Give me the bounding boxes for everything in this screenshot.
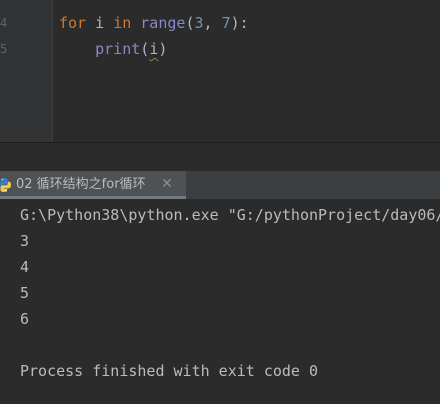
console-output-line: 4 bbox=[20, 258, 30, 276]
close-icon[interactable]: ✕ bbox=[158, 175, 176, 193]
run-console[interactable]: G:\Python38\python.exe "G:/pythonProject… bbox=[0, 199, 440, 404]
code-line-for-loop[interactable]: for i in range(3, 7): bbox=[59, 10, 249, 36]
paren-close: ) bbox=[158, 40, 168, 58]
range-function: range bbox=[140, 14, 186, 32]
code-line-print[interactable]: print(i) bbox=[59, 36, 167, 62]
loop-variable: i bbox=[86, 14, 114, 32]
line-number: 4 bbox=[0, 16, 8, 30]
run-tab-strip: 02 循环结构之for循环 ✕ bbox=[0, 171, 440, 199]
keyword-for: for bbox=[59, 14, 87, 32]
console-output-line: 5 bbox=[20, 284, 30, 302]
ide-window: 4 5 for i in range(3, 7): print(i) 02 循环… bbox=[0, 0, 440, 404]
run-tab-label: 02 循环结构之for循环 bbox=[16, 177, 146, 192]
range-start-number: 3 bbox=[194, 14, 204, 32]
line-number-gutter: 4 5 bbox=[0, 0, 52, 142]
gutter-divider bbox=[52, 0, 53, 142]
paren-open: ( bbox=[140, 40, 150, 58]
paren-close-colon: ): bbox=[230, 14, 249, 32]
console-output-line: 3 bbox=[20, 232, 30, 250]
console-output-line: 6 bbox=[20, 310, 30, 328]
print-function: print bbox=[95, 40, 141, 58]
run-tab[interactable]: 02 循环结构之for循环 ✕ bbox=[0, 171, 186, 199]
python-icon bbox=[0, 177, 12, 193]
console-command-line: G:\Python38\python.exe "G:/pythonProject… bbox=[20, 206, 440, 224]
range-end-number: 7 bbox=[221, 14, 231, 32]
comma: , bbox=[203, 14, 222, 32]
keyword-in: in bbox=[113, 14, 132, 32]
panel-divider[interactable] bbox=[0, 142, 440, 172]
code-editor[interactable]: 4 5 for i in range(3, 7): print(i) bbox=[0, 0, 440, 142]
print-argument: i bbox=[149, 40, 159, 58]
line-number: 5 bbox=[0, 42, 8, 56]
console-exit-message: Process finished with exit code 0 bbox=[20, 362, 319, 380]
